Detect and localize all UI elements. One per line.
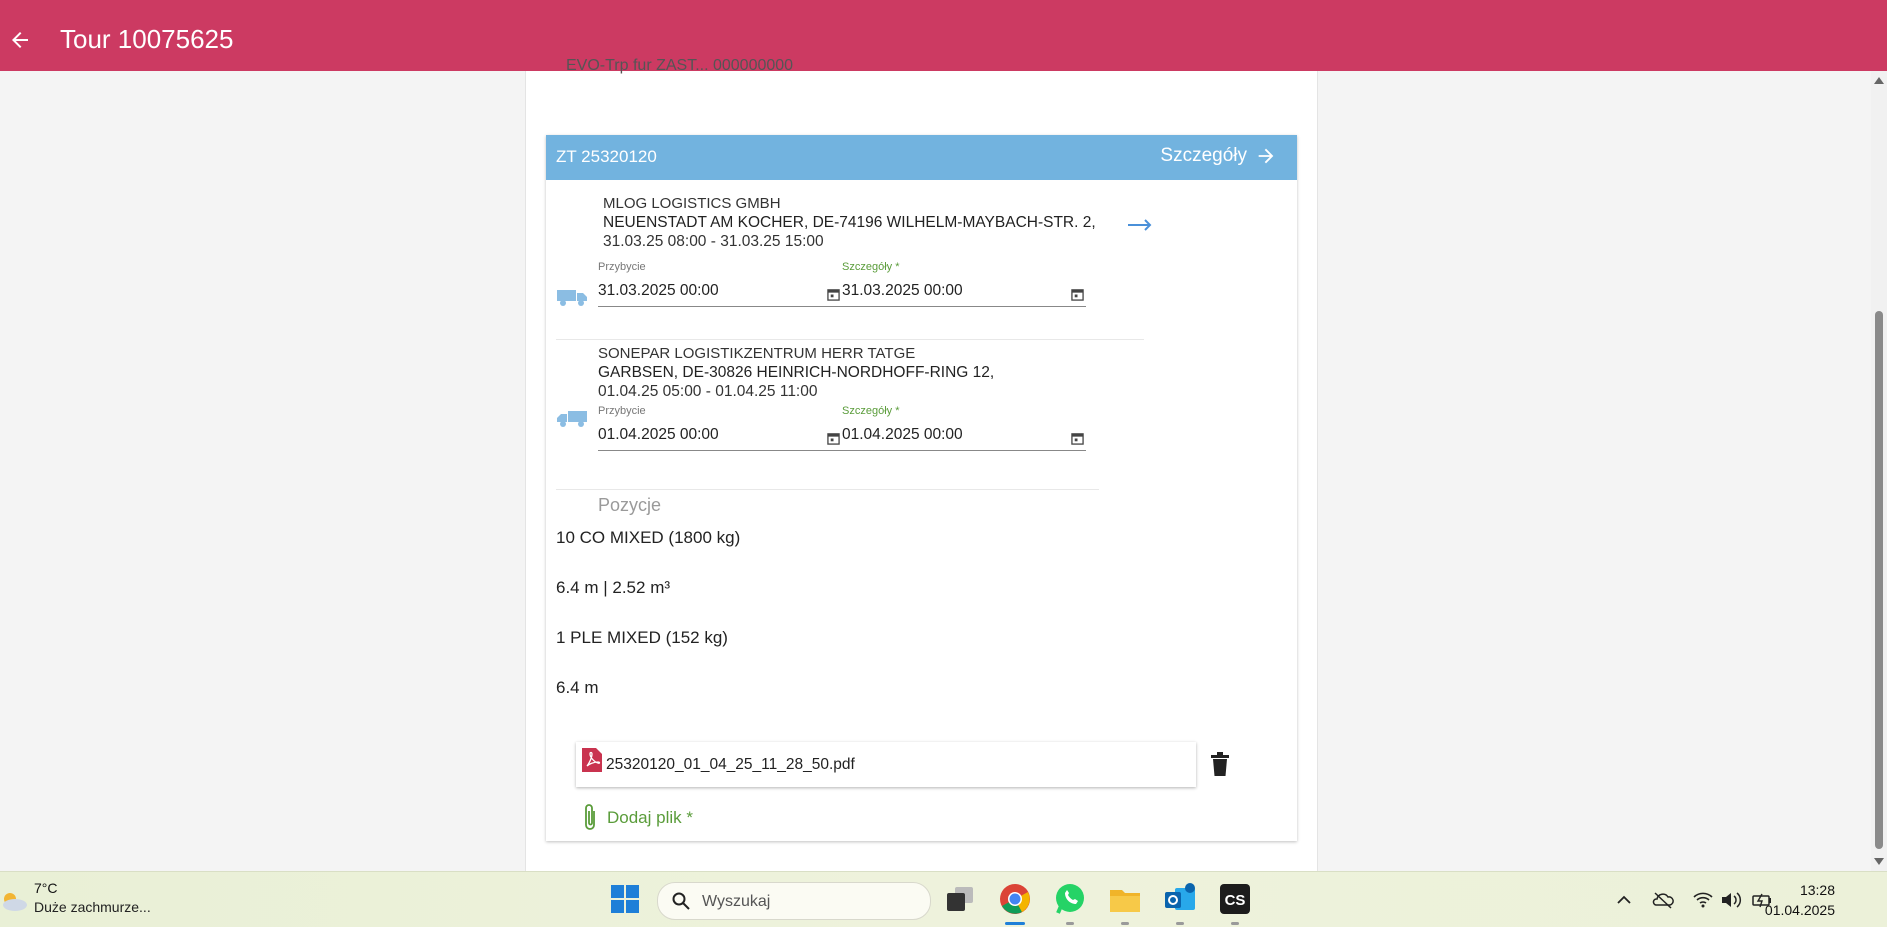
- clock-date: 01.04.2025: [1764, 902, 1835, 918]
- calendar-icon[interactable]: [827, 432, 840, 445]
- outlook-icon[interactable]: [1163, 882, 1197, 916]
- whatsapp-icon[interactable]: [1053, 882, 1087, 916]
- wifi-icon[interactable]: [1692, 890, 1714, 910]
- search-icon: [672, 892, 690, 910]
- details-field[interactable]: 31.03.2025 00:00: [842, 280, 1086, 307]
- scroll-up-icon[interactable]: [1874, 77, 1884, 84]
- content-column: EVO-Trp fur ZAST... 000000000 ZT 2532012…: [525, 57, 1318, 871]
- file-name: 25320120_01_04_25_11_28_50.pdf: [606, 756, 855, 773]
- weather-cloud-icon: [3, 893, 27, 911]
- system-clock[interactable]: 13:28 01.04.2025: [1765, 880, 1835, 920]
- stop-time-window: 31.03.25 08:00 - 31.03.25 15:00: [603, 233, 824, 250]
- back-arrow-icon[interactable]: [8, 28, 32, 52]
- position-line: 6.4 m | 2.52 m³: [556, 578, 671, 597]
- trash-icon[interactable]: [1211, 752, 1229, 776]
- svg-text:CS: CS: [1225, 892, 1246, 909]
- navigate-arrow-icon[interactable]: [1128, 219, 1154, 231]
- weather-temp: 7°C: [34, 880, 58, 896]
- file-explorer-icon[interactable]: [1108, 882, 1142, 916]
- stop-time-window: 01.04.25 05:00 - 01.04.25 11:00: [598, 383, 818, 400]
- chevron-up-icon[interactable]: [1613, 890, 1635, 910]
- stop-company: MLOG LOGISTICS GMBH: [603, 195, 781, 212]
- stop-loading: MLOG LOGISTICS GMBH NEUENSTADT AM KOCHER…: [556, 195, 1152, 325]
- stop-company: SONEPAR LOGISTIKZENTRUM HERR TATGE: [598, 345, 916, 362]
- arrival-field[interactable]: 31.03.2025 00:00: [598, 280, 842, 307]
- app-indicator: [1066, 922, 1074, 925]
- windows-start-icon[interactable]: [608, 882, 642, 916]
- details-label: Szczegóły *: [842, 405, 900, 417]
- search-placeholder: Wyszukaj: [702, 893, 771, 910]
- details-value: 01.04.2025 00:00: [842, 426, 963, 443]
- task-view-icon[interactable]: [943, 882, 977, 916]
- app-indicator: [1176, 922, 1184, 925]
- order-ref: ZT 25320120: [556, 147, 657, 166]
- add-file-button[interactable]: Dodaj plik *: [581, 803, 693, 833]
- stop-unloading: SONEPAR LOGISTIKZENTRUM HERR TATGE GARBS…: [556, 345, 1152, 475]
- taskbar-search[interactable]: Wyszukaj: [657, 882, 931, 920]
- page-title: Tour 10075625: [60, 24, 234, 54]
- positions-label: Pozycje: [598, 495, 662, 515]
- scrollbar-thumb[interactable]: [1875, 311, 1883, 849]
- chrome-icon[interactable]: [998, 882, 1032, 916]
- divider: [556, 339, 1144, 340]
- truck-loading-icon: [557, 290, 587, 306]
- details-link[interactable]: Szczegóły: [1160, 145, 1277, 167]
- speaker-icon[interactable]: [1720, 890, 1742, 910]
- pdf-icon: [582, 748, 602, 772]
- scrollbar[interactable]: [1871, 71, 1887, 871]
- arrival-label: Przybycie: [598, 405, 646, 417]
- scroll-down-icon[interactable]: [1874, 858, 1884, 865]
- app-bar: Tour 10075625: [0, 0, 1887, 71]
- details-link-label: Szczegóły: [1160, 145, 1247, 166]
- paperclip-icon: [585, 804, 595, 830]
- arrival-value: 31.03.2025 00:00: [598, 282, 719, 299]
- divider: [556, 489, 1099, 490]
- clock-time: 13:28: [1799, 882, 1835, 898]
- arrow-right-icon: [1258, 148, 1274, 164]
- position-line: 1 PLE MIXED (152 kg): [556, 628, 728, 647]
- taskbar: 7°C Duże zachmurze... Wyszukaj CS 13:28 …: [0, 871, 1887, 927]
- calendar-icon[interactable]: [1071, 432, 1084, 445]
- weather-desc: Duże zachmurze...: [34, 899, 151, 915]
- attached-file[interactable]: 25320120_01_04_25_11_28_50.pdf: [576, 742, 1196, 787]
- truck-unloading-icon: [557, 411, 587, 427]
- arrival-label: Przybycie: [598, 261, 646, 273]
- details-label: Szczegóły *: [842, 261, 900, 273]
- app-indicator: [1121, 922, 1129, 925]
- calendar-icon[interactable]: [827, 288, 840, 301]
- app-indicator: [1231, 922, 1239, 925]
- order-card: ZT 25320120 Szczegóły MLOG LOGISTICS GMB…: [546, 135, 1297, 841]
- previous-item-text: EVO-Trp fur ZAST... 000000000: [566, 57, 794, 74]
- position-line: 10 CO MIXED (1800 kg): [556, 528, 741, 547]
- active-app-indicator: [1005, 922, 1025, 925]
- position-line: 6.4 m: [556, 678, 599, 697]
- details-field[interactable]: 01.04.2025 00:00: [842, 424, 1086, 451]
- arrival-field[interactable]: 01.04.2025 00:00: [598, 424, 842, 451]
- onedrive-offline-icon[interactable]: [1652, 890, 1674, 910]
- stop-address: GARBSEN, DE-30826 HEINRICH-NORDHOFF-RING…: [598, 364, 995, 381]
- order-card-header: ZT 25320120 Szczegóły: [546, 135, 1297, 180]
- calendar-icon[interactable]: [1071, 288, 1084, 301]
- details-value: 31.03.2025 00:00: [842, 282, 963, 299]
- add-file-label: Dodaj plik *: [607, 808, 693, 827]
- arrival-value: 01.04.2025 00:00: [598, 426, 719, 443]
- cs-app-icon[interactable]: CS: [1218, 882, 1252, 916]
- stop-address: NEUENSTADT AM KOCHER, DE-74196 WILHELM-M…: [603, 214, 1096, 231]
